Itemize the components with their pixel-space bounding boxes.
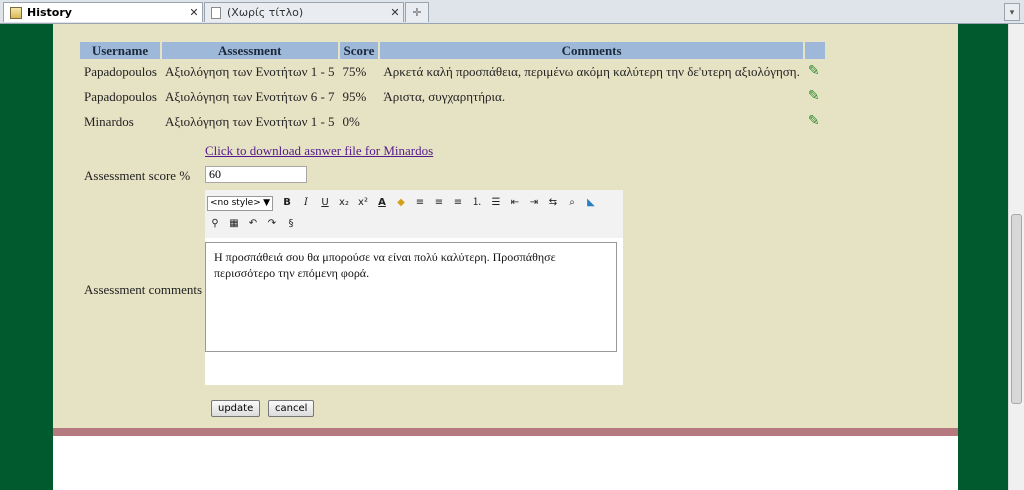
table-row: Papadopoulos Αξιολόγηση των Ενοτήτων 6 -… [80,84,825,109]
score-label: Assessment score % [84,168,191,183]
rich-text-editor: <no style> ▼ B I U x₂ x² A ◆ ≡ ≡ ≡ ⒈ ☰ ⇤ [205,190,623,385]
pencil-icon[interactable]: ✎ [808,64,820,79]
close-icon[interactable]: ✕ [186,6,202,19]
history-icon [10,6,22,19]
page-icon [211,6,221,19]
cell-comments: Αρκετά καλή προσπάθεια, περιμένω ακόμη κ… [383,63,800,79]
scroll-thumb[interactable] [1011,214,1022,404]
browser-tab-bar: History ✕ (Χωρίς τίτλο) ✕ ✛ ▾ [0,0,1024,24]
pencil-icon[interactable]: ✎ [808,89,820,104]
horizontal-rule-icon[interactable]: ⇆ [545,195,561,211]
subscript-icon[interactable]: x₂ [336,195,352,211]
cell-score: 75% [342,63,367,79]
tab-label: (Χωρίς τίτλο) [227,6,304,19]
footer-area [53,436,958,490]
editor-toolbar: <no style> ▼ B I U x₂ x² A ◆ ≡ ≡ ≡ ⒈ ☰ ⇤ [205,190,623,238]
table-icon[interactable]: ▦ [226,216,242,232]
align-center-icon[interactable]: ≡ [431,195,447,211]
update-button[interactable]: update [211,400,261,417]
tab-history[interactable]: History ✕ [3,2,203,22]
undo-icon[interactable]: ↶ [245,216,261,232]
cell-username: Papadopoulos [84,63,157,79]
comments-label: Assessment comments [84,282,203,297]
table-row: Papadopoulos Αξιολόγηση των Ενοτήτων 1 -… [80,59,825,84]
toolbar-row-2: ⚲ ▦ ↶ ↷ § [207,214,302,234]
cell-assessment: Αξιολόγηση των Ενοτήτων 6 - 7 [164,88,335,104]
italic-icon[interactable]: I [298,195,314,211]
cell-score: 95% [342,88,367,104]
superscript-icon[interactable]: x² [355,195,371,211]
cell-comments [379,109,804,134]
edit-cell: ✎ [804,84,825,109]
col-assessment: Assessment [160,42,340,59]
table-row: Minardos Αξιολόγηση των Ενοτήτων 1 - 5 0… [80,109,825,134]
font-color-icon[interactable]: A [374,195,390,211]
redo-icon[interactable]: ↷ [264,216,280,232]
underline-icon[interactable]: U [317,195,333,211]
cell-assessment: Αξιολόγηση των Ενοτήτων 1 - 5 [164,113,335,129]
content-panel: Username Assessment Score Comments Papad… [53,24,958,428]
col-edit [803,42,825,59]
cell-comments: Άριστα, συγχαρητήρια. [383,88,506,104]
align-right-icon[interactable]: ≡ [450,195,466,211]
style-select-value: <no style> [210,198,261,208]
footer-divider [53,428,958,436]
col-score: Score [338,42,381,59]
align-left-icon[interactable]: ≡ [412,195,428,211]
toolbar-row-1: <no style> ▼ B I U x₂ x² A ◆ ≡ ≡ ≡ ⒈ ☰ ⇤ [207,193,602,213]
col-username: Username [80,42,162,59]
table-header-row: Username Assessment Score Comments [80,42,825,59]
chevron-down-icon: ▾ [1009,7,1015,17]
cell-username: Minardos [84,113,134,129]
close-icon[interactable]: ✕ [387,6,403,19]
assessments-table: Username Assessment Score Comments Papad… [80,42,825,134]
tab-list-button[interactable]: ▾ [1004,3,1020,21]
chevron-down-icon: ▼ [263,198,270,208]
cell-assessment: Αξιολόγηση των Ενοτήτων 1 - 5 [164,63,335,79]
download-answer-link[interactable]: Click to download asnwer file for Minard… [205,143,433,159]
cell-username: Papadopoulos [84,88,157,104]
comment-editor-area[interactable]: Η προσπάθειά σου θα μπορούσε να είναι πο… [205,242,617,352]
insert-image-icon[interactable]: ◣ [583,195,599,211]
style-select[interactable]: <no style> ▼ [207,195,273,211]
unordered-list-icon[interactable]: ☰ [488,195,504,211]
highlight-color-icon[interactable]: ◆ [393,195,409,211]
link-icon[interactable]: § [283,216,299,232]
vertical-scrollbar[interactable] [1008,24,1024,490]
plus-icon: ✛ [412,6,422,19]
pencil-icon[interactable]: ✎ [808,114,820,129]
cancel-button[interactable]: cancel [268,400,315,417]
indent-icon[interactable]: ⇥ [526,195,542,211]
outdent-icon[interactable]: ⇤ [507,195,523,211]
replace-icon[interactable]: ⚲ [207,216,223,232]
col-comments: Comments [379,42,805,59]
tab-label: History [27,6,72,19]
cell-score: 0% [342,113,360,129]
find-icon[interactable]: ⌕ [564,195,580,211]
edit-cell: ✎ [804,59,825,84]
ordered-list-icon[interactable]: ⒈ [469,195,485,211]
new-tab-button[interactable]: ✛ [405,2,429,22]
page-viewport: Username Assessment Score Comments Papad… [0,24,1008,490]
tab-untitled[interactable]: (Χωρίς τίτλο) ✕ [204,2,404,22]
score-input[interactable] [205,166,307,183]
edit-cell: ✎ [804,109,825,134]
bold-icon[interactable]: B [279,195,295,211]
